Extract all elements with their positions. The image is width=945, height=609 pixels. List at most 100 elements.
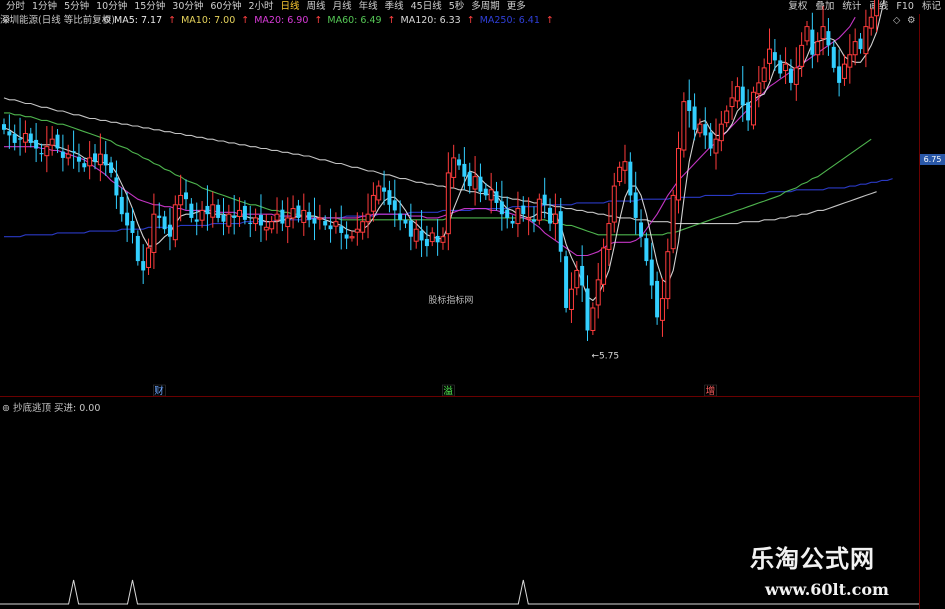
candle-body — [617, 166, 623, 183]
candle-body — [408, 220, 413, 237]
candle-body — [349, 236, 355, 239]
candle-body — [729, 97, 735, 108]
candle-body — [574, 269, 580, 289]
candle-body — [97, 153, 103, 166]
candle-body — [601, 247, 607, 285]
candle-body — [515, 208, 521, 225]
candle-body — [852, 41, 858, 56]
candle-body — [119, 196, 124, 215]
candle-body — [18, 138, 23, 140]
candle-body — [157, 215, 162, 218]
candle-body — [49, 138, 55, 146]
candle-body — [746, 102, 751, 121]
candle-body — [135, 235, 140, 262]
candle-body — [189, 203, 194, 218]
candle-body — [109, 162, 114, 173]
candle-body — [93, 153, 98, 162]
candle-body — [28, 133, 33, 143]
candle-body — [494, 191, 499, 203]
candle-body — [451, 157, 457, 178]
candle-body — [82, 163, 87, 168]
candle-body — [221, 214, 226, 222]
candle-body — [831, 46, 836, 68]
candle-body — [472, 176, 478, 190]
candle-body — [826, 31, 831, 46]
candle-body — [740, 86, 745, 106]
candle-body — [317, 217, 323, 220]
candle-body — [874, 0, 880, 17]
candle-body — [531, 219, 536, 222]
candle-body — [655, 280, 660, 318]
candle-body — [687, 100, 692, 112]
candle-body — [804, 26, 810, 42]
candle-body — [505, 209, 510, 218]
candle-body — [312, 218, 317, 224]
candle-body — [681, 101, 687, 151]
candle-body — [649, 259, 654, 286]
candle-body — [659, 298, 665, 321]
candle-body — [172, 204, 178, 241]
candle-body — [435, 235, 440, 243]
candle-body — [692, 106, 697, 130]
candle-body — [194, 219, 199, 222]
candle-body — [793, 67, 799, 85]
candle-body — [767, 48, 773, 64]
candle-body — [462, 163, 467, 177]
candlestick-chart[interactable]: 7.31←5.75股标指标网财溢增 — [0, 0, 945, 609]
candle-body — [526, 217, 532, 220]
candle-body — [670, 194, 676, 250]
candle-body — [125, 212, 130, 226]
candle-body — [429, 232, 435, 243]
candle-body — [708, 132, 713, 149]
candle-body — [799, 44, 805, 67]
candle-body — [568, 288, 574, 310]
candle-body — [457, 159, 462, 166]
candle-body — [258, 214, 263, 226]
candle-body — [237, 209, 243, 217]
candle-body — [628, 161, 633, 196]
candle-body — [440, 236, 446, 243]
candle-body — [103, 154, 108, 166]
candle-body — [419, 230, 424, 241]
candle-body — [44, 146, 50, 157]
candle-body — [12, 133, 17, 143]
candle-body — [403, 219, 408, 224]
candle-body — [483, 188, 488, 196]
chart-watermark: 股标指标网 — [428, 294, 473, 306]
candle-body — [756, 82, 762, 95]
candle-body — [333, 221, 339, 227]
candle-body — [548, 207, 553, 224]
candle-body — [521, 205, 526, 215]
candle-body — [146, 247, 152, 268]
candle-body — [199, 209, 205, 221]
candle-body — [734, 86, 740, 102]
candle-body — [445, 172, 451, 235]
candle-body — [478, 176, 483, 192]
candle-body — [184, 192, 189, 200]
candle-body — [71, 151, 76, 153]
site-watermark-url: www.60lt.com — [765, 580, 889, 599]
candle-body — [778, 60, 783, 74]
candle-body — [815, 41, 821, 56]
candle-body — [323, 220, 328, 226]
candle-body — [595, 279, 601, 306]
candle-body — [269, 221, 275, 230]
candle-body — [761, 67, 767, 82]
candle-body — [130, 220, 135, 233]
candle-body — [382, 187, 387, 192]
candle-body — [611, 185, 617, 223]
candle-body — [87, 157, 93, 167]
indicator-label: ⊚ 抄底逃顶 买进: 0.00 — [2, 400, 100, 414]
candle-body — [296, 205, 301, 218]
candle-body — [665, 251, 671, 300]
candle-body — [536, 198, 542, 221]
pane-divider[interactable] — [0, 396, 919, 397]
candle-body — [788, 68, 793, 83]
candle-body — [724, 110, 730, 124]
ma120-line — [3, 97, 877, 225]
candle-body — [676, 148, 682, 201]
candle-body — [772, 52, 777, 61]
candle-body — [863, 26, 869, 55]
candle-body — [290, 208, 296, 219]
indicator-icon[interactable]: ⊚ — [2, 403, 13, 414]
